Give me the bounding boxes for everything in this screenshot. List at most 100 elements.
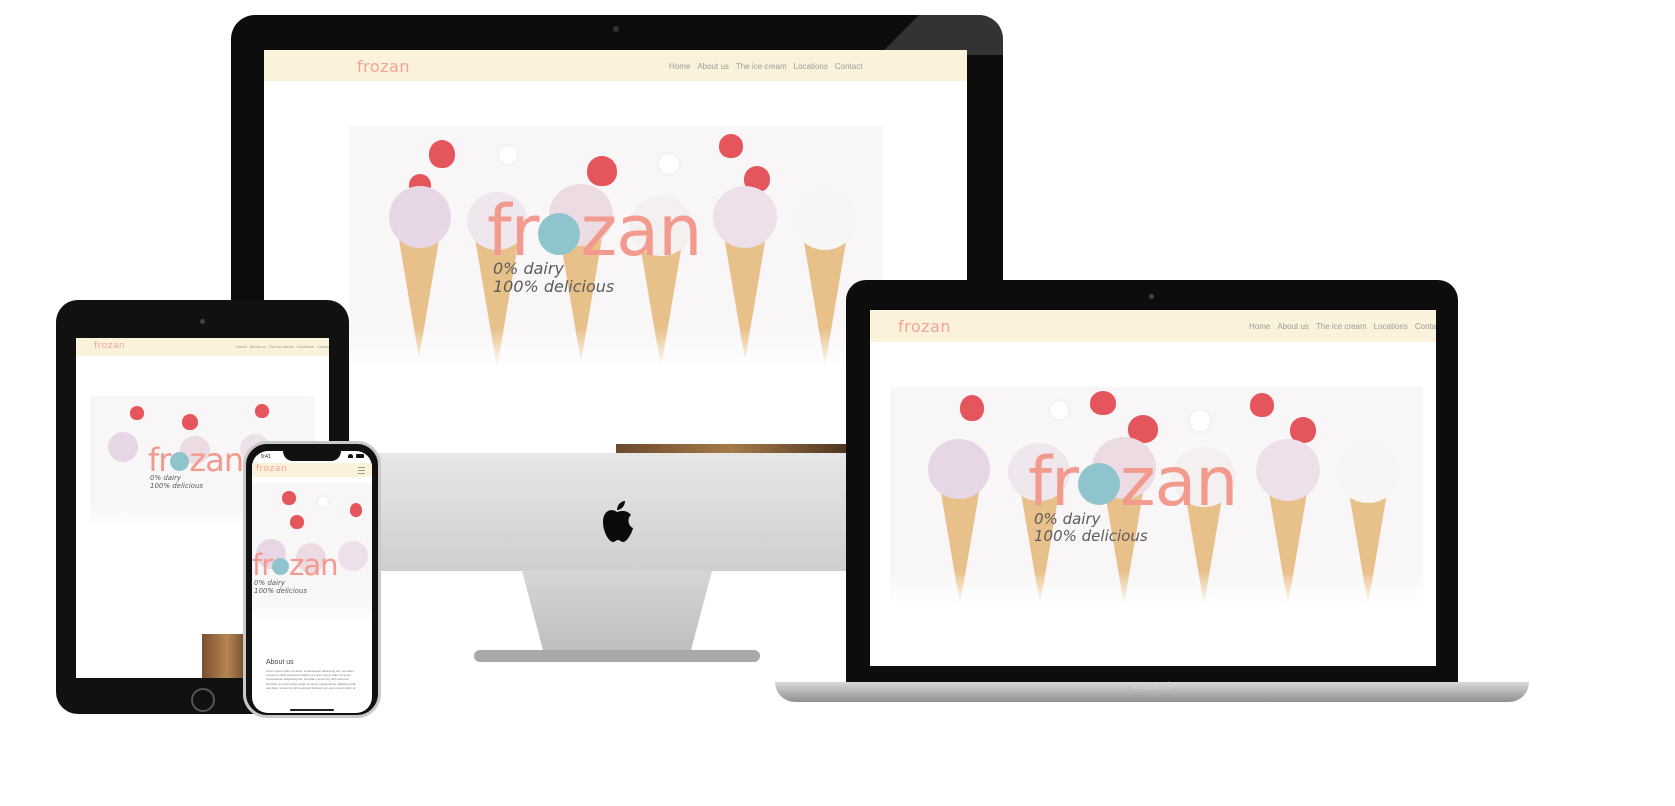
hero-banner: fr zan 0% dairy 100% delicious: [252, 483, 372, 621]
scoop: [713, 186, 777, 248]
nav-contact[interactable]: Contact: [835, 62, 863, 71]
tagline-line-1: 0% dairy: [493, 259, 564, 278]
strawberry: [350, 503, 362, 517]
iphone-notch: [283, 449, 341, 461]
hero-logo-left: fr: [252, 548, 273, 582]
tagline-line-2: 100% delicious: [254, 587, 308, 596]
hero-fade: [890, 571, 1423, 605]
iphone-screen: 9:41 frozan fr zan 0% dairy 100% deliciou…: [252, 451, 372, 713]
nav-about[interactable]: About us: [697, 62, 729, 71]
nav-contact[interactable]: Contact: [1415, 322, 1436, 331]
hero-fade: [349, 328, 883, 368]
battery-icon: [356, 454, 364, 458]
strawberry: [282, 491, 296, 505]
nav-locations[interactable]: Locations: [794, 62, 828, 71]
nav-ice-cream[interactable]: The ice cream: [736, 62, 787, 71]
tagline-line-2: 100% delicious: [493, 277, 615, 297]
scoop: [389, 186, 451, 248]
tagline-line-2: 100% delicious: [150, 482, 204, 491]
tagline-line-2: 100% delicious: [1034, 527, 1148, 546]
scoop: [108, 432, 138, 462]
nav-home[interactable]: Home: [236, 344, 247, 349]
flower: [1190, 411, 1210, 431]
flower: [1050, 401, 1068, 419]
site-logo[interactable]: frozan: [898, 317, 951, 336]
strawberry: [719, 134, 743, 158]
hero-banner: fr zan 0% dairy 100% delicious: [349, 126, 883, 368]
site-logo-text: frozan: [94, 341, 126, 351]
hero-logo: fr zan: [1028, 449, 1238, 517]
site-navbar: frozan Home About us The ice cream Locat…: [264, 50, 967, 81]
hamburger-icon[interactable]: [358, 467, 365, 474]
nav-about[interactable]: About us: [1277, 322, 1309, 331]
ipad-camera: [200, 319, 205, 324]
nav-ice-cream[interactable]: The ice cream: [1316, 322, 1367, 331]
nav-about[interactable]: About us: [250, 344, 266, 349]
macbook-camera: [1149, 294, 1154, 299]
site-navbar: frozan: [252, 463, 372, 477]
scoop: [928, 439, 990, 499]
site-navbar: frozan Home About us The ice cream Locat…: [76, 338, 329, 356]
nav-contact[interactable]: Contact: [317, 344, 329, 349]
hero-logo: fr zan: [148, 444, 244, 476]
iphone-home-indicator: [290, 709, 334, 711]
macbook-screen: frozan Home About us The ice cream Locat…: [870, 310, 1436, 666]
hero-tagline: 0% dairy 100% delicious: [254, 579, 307, 595]
flower: [499, 146, 517, 164]
nav-home[interactable]: Home: [669, 62, 690, 71]
macbook-label: MacBook: [1131, 681, 1173, 692]
ipad-home-button[interactable]: [191, 688, 215, 712]
site-logo[interactable]: frozan: [357, 57, 410, 76]
tagline-line-1: 0% dairy: [150, 474, 182, 482]
nav-home[interactable]: Home: [1249, 322, 1270, 331]
strawberry: [130, 406, 144, 420]
tagline-line-1: 0% dairy: [254, 579, 286, 587]
strawberry: [960, 395, 984, 421]
hero-fade: [252, 597, 372, 621]
tagline-line-1: 0% dairy: [1034, 510, 1101, 528]
imac-base: [474, 650, 760, 662]
strawberry: [182, 414, 198, 430]
about-text: Lorem ipsum dolor sit amet, consectetuer…: [266, 669, 357, 690]
ice-cream-ball-icon: [1077, 463, 1120, 505]
imac-stand: [522, 571, 712, 657]
flower: [659, 154, 679, 174]
ice-cream-ball-icon: [272, 558, 290, 575]
hero-logo-right: zan: [289, 548, 338, 582]
site-menu: Home About us The ice cream Locations Co…: [236, 344, 329, 349]
strawberry: [1250, 393, 1274, 417]
imac-glare: [835, 15, 1003, 55]
strawberry: [587, 156, 617, 186]
flower: [318, 497, 328, 507]
ice-cream-ball-icon: [538, 213, 581, 255]
hero-tagline: 0% dairy 100% delicious: [493, 259, 615, 297]
imac-camera: [613, 26, 619, 32]
apple-logo-icon: [603, 501, 633, 542]
ice-cream-ball-icon: [170, 452, 190, 471]
wifi-icon: [348, 454, 353, 458]
scoop: [1336, 441, 1400, 503]
site-logo-text: frozan: [256, 464, 288, 474]
site-logo-text: frozan: [898, 317, 951, 336]
hero-logo: fr zan: [252, 548, 339, 582]
site-navbar: frozan Home About us The ice cream Locat…: [870, 310, 1436, 342]
nav-locations[interactable]: Locations: [297, 344, 314, 349]
strawberry: [290, 515, 304, 529]
hero-tagline: 0% dairy 100% delicious: [1034, 510, 1148, 546]
hero-tagline: 0% dairy 100% delicious: [150, 474, 203, 490]
strawberry: [1090, 391, 1116, 415]
nav-locations[interactable]: Locations: [1374, 322, 1408, 331]
strawberry: [255, 404, 269, 418]
scoop: [338, 541, 368, 571]
scoop: [1256, 439, 1320, 501]
nav-ice-cream[interactable]: The ice cream: [268, 344, 293, 349]
about-title: About us: [266, 659, 294, 666]
status-time: 9:41: [261, 454, 271, 460]
site-logo[interactable]: frozan: [256, 464, 287, 474]
scoop: [793, 188, 857, 250]
site-logo[interactable]: frozan: [94, 341, 125, 351]
hero-logo: fr zan: [487, 196, 702, 266]
site-menu: Home About us The ice cream Locations Co…: [669, 62, 862, 71]
site-logo-text: frozan: [357, 57, 410, 76]
site-menu: Home About us The ice cream Locations Co…: [1249, 322, 1436, 331]
